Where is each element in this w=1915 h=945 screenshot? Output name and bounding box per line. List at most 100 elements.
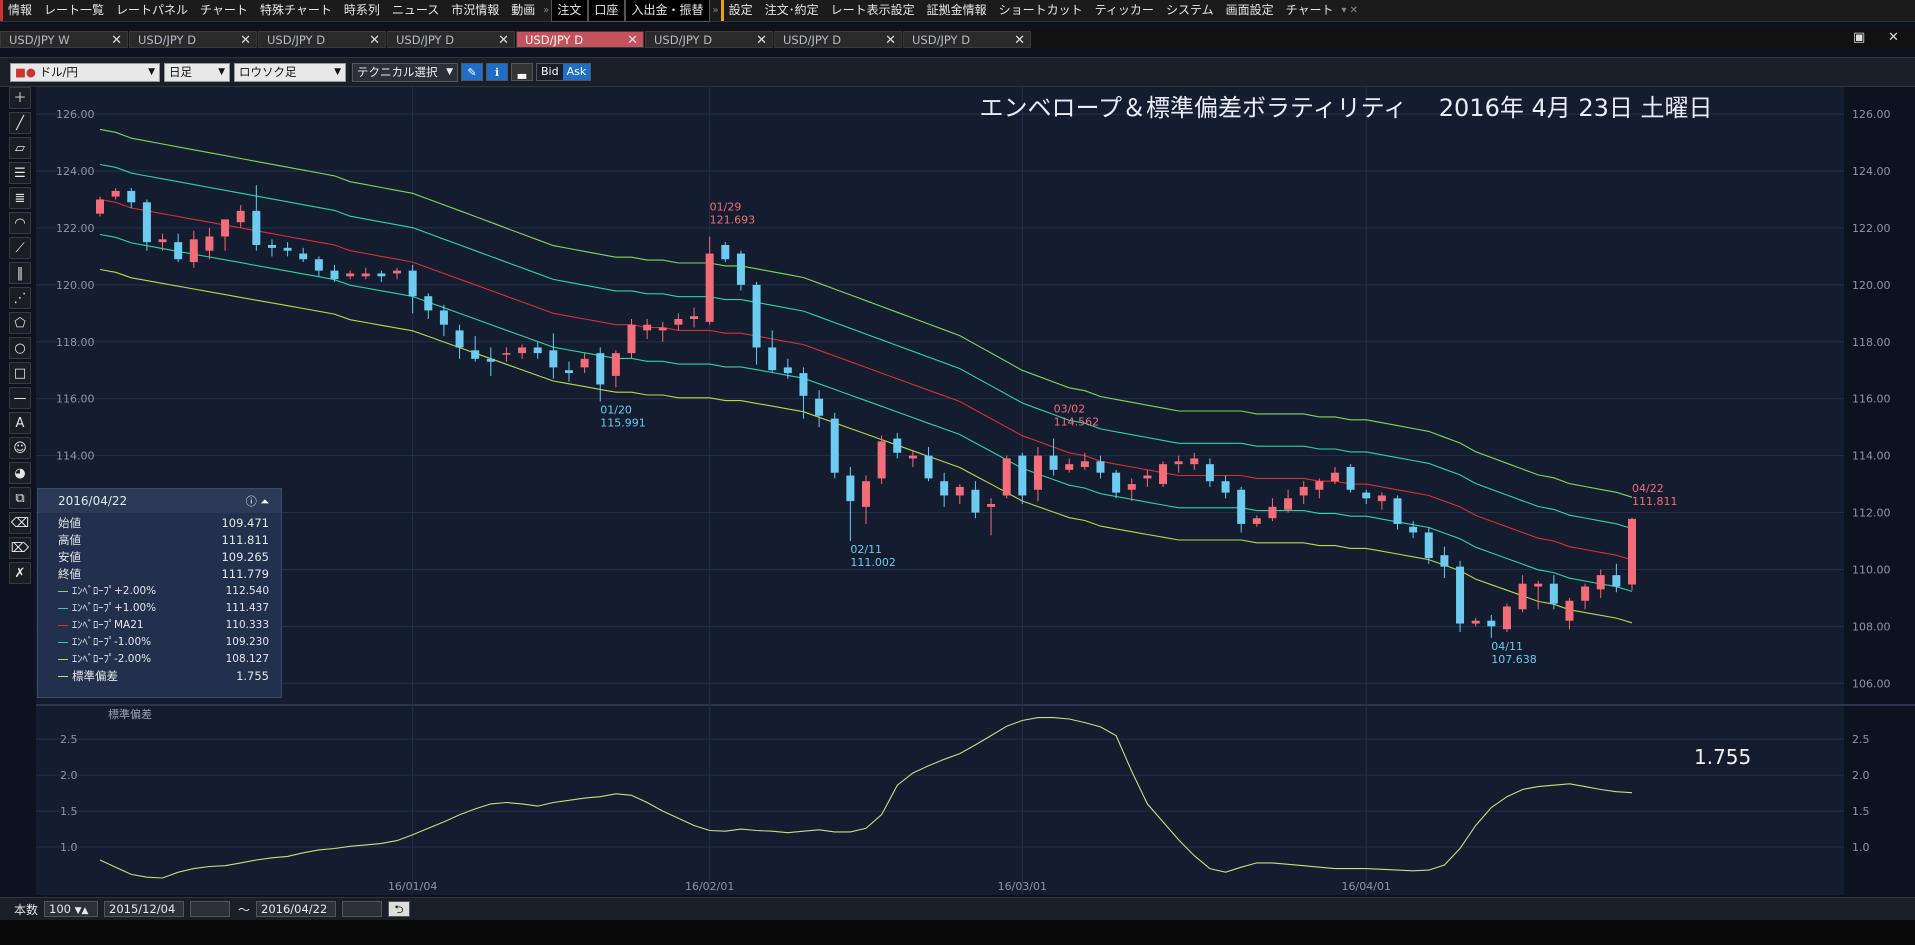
menu-item[interactable]: チャート — [194, 0, 254, 21]
menu-item[interactable]: 証拠金情報 — [921, 0, 993, 21]
data-window-label: ｴﾝﾍﾞﾛｰﾌﾟ+1.00% — [58, 600, 156, 617]
text-icon[interactable]: A — [9, 412, 31, 434]
menu-item[interactable]: 情報 — [0, 0, 38, 21]
horizontal-lines-icon[interactable]: ☰ — [9, 162, 31, 184]
stddev-panel-bg — [36, 706, 1844, 895]
candle-body — [361, 273, 370, 277]
eraser-icon[interactable]: ⌫ — [9, 512, 31, 534]
menu-item[interactable]: 注文 — [551, 0, 589, 22]
menu-item[interactable]: レート一覧 — [38, 0, 110, 21]
vertical-lines-icon[interactable]: ‖ — [9, 262, 31, 284]
delete-all-icon[interactable]: ⌦ — [9, 537, 31, 559]
chart-tab[interactable]: USD/JPY W ✕ — [0, 31, 128, 48]
candle-body — [96, 199, 104, 214]
bid-ask-toggle[interactable]: Bid Ask — [536, 63, 592, 81]
chart-tab[interactable]: USD/JPY D ✕ — [129, 31, 257, 48]
menu-item[interactable]: 注文･約定 — [759, 0, 825, 21]
close-window-icon[interactable]: ✕ — [1888, 30, 1899, 45]
ask-button[interactable]: Ask — [562, 64, 591, 80]
menu-dropdown-icon[interactable]: ▾ ✕ — [1339, 5, 1360, 16]
pentagon-icon[interactable]: ⬠ — [9, 312, 31, 334]
menu-item[interactable]: 画面設定 — [1220, 0, 1280, 21]
menu-item[interactable]: 市況情報 — [445, 0, 505, 21]
currency-pair-select[interactable]: ■● ドル/円 ▼ — [10, 62, 160, 82]
close-tab-icon[interactable]: ✕ — [1014, 32, 1025, 49]
price-chart[interactable]: 106.00106.00108.00108.00110.00110.00112.… — [36, 87, 1915, 895]
technical-select[interactable]: テクニカル選択 ▼ — [352, 62, 458, 82]
crosshair-icon[interactable]: ＋ — [9, 87, 31, 109]
more-menu-icon[interactable]: » — [710, 5, 720, 16]
menu-item[interactable]: ショートカット — [993, 0, 1089, 21]
rectangle-icon[interactable]: □ — [9, 362, 31, 384]
close-tab-icon[interactable]: ✕ — [627, 32, 638, 49]
chart-tab[interactable]: USD/JPY D ✕ — [774, 31, 902, 48]
menu-item[interactable]: チャート — [1280, 0, 1340, 21]
menu-item[interactable]: ニュース — [386, 0, 445, 21]
chart-tab[interactable]: USD/JPY D ✕ — [387, 31, 515, 48]
price-tick-right: 120.00 — [1852, 279, 1891, 292]
candle-body — [1471, 620, 1480, 624]
menu-item[interactable]: 設定 — [720, 0, 759, 21]
hline-icon[interactable]: — — [9, 387, 31, 409]
more-menu-icon[interactable]: » — [541, 5, 551, 16]
close-tab-icon[interactable]: ✕ — [369, 32, 380, 49]
count-input[interactable]: 100 ▼▲ — [44, 901, 99, 917]
chevron-down-icon: ▼▲ — [74, 906, 89, 916]
chart-tab[interactable]: USD/JPY D ✕ — [516, 31, 644, 48]
candle-body — [424, 296, 433, 311]
pencil-icon[interactable]: ✎ — [461, 63, 483, 81]
menu-item[interactable]: システム — [1160, 0, 1220, 21]
chart-area[interactable]: 106.00106.00108.00108.00110.00110.00112.… — [36, 87, 1915, 895]
bid-button[interactable]: Bid — [537, 64, 563, 80]
candle-body — [862, 481, 870, 507]
menu-item[interactable]: 入出金・振替 — [625, 0, 711, 22]
candle-body — [815, 398, 824, 416]
menu-item[interactable]: 時系列 — [338, 0, 386, 21]
chart-tab[interactable]: USD/JPY D ✕ — [645, 31, 773, 48]
pitchfork-icon[interactable]: ⋰ — [9, 287, 31, 309]
restore-window-icon[interactable]: ▣ — [1853, 30, 1865, 45]
chart-tab[interactable]: USD/JPY D ✕ — [258, 31, 386, 48]
fibonacci-icon[interactable]: ≣ — [9, 187, 31, 209]
chart-style-select[interactable]: ロウソク足 ▼ — [234, 62, 346, 82]
chart-tab[interactable]: USD/JPY D ✕ — [903, 31, 1031, 48]
fibonacci-arc-icon[interactable]: ◠ — [9, 212, 31, 234]
menu-item[interactable]: レートパネル — [110, 0, 194, 21]
candle-body — [518, 347, 527, 354]
info-icon[interactable]: ℹ — [486, 63, 508, 81]
gann-fan-icon[interactable]: ⟋ — [9, 237, 31, 259]
volume-icon[interactable]: ▃ — [511, 63, 533, 81]
eraser-all-icon[interactable]: ✗ — [9, 562, 31, 584]
trendline-icon[interactable]: ╱ — [9, 112, 31, 134]
emoji-icon[interactable]: ☺ — [9, 437, 31, 459]
data-window-row: 始値 109.471 — [38, 515, 281, 532]
data-window-row: ｴﾝﾍﾞﾛｰﾌﾟ-2.00% 108.127 — [38, 651, 281, 668]
period-select[interactable]: 日足 ▼ — [164, 62, 230, 82]
menu-item[interactable]: 口座 — [588, 0, 626, 22]
menu-item[interactable]: ティッカー — [1089, 0, 1160, 21]
menu-item[interactable]: レート表示設定 — [825, 0, 921, 21]
price-tick-left: 114.00 — [56, 450, 95, 463]
circle-icon[interactable]: ○ — [9, 337, 31, 359]
candle-body — [1346, 467, 1355, 490]
from-time-input[interactable] — [190, 901, 231, 917]
close-tab-icon[interactable]: ✕ — [498, 32, 509, 49]
legend-swatch — [58, 625, 68, 626]
data-window-label-text: 始値 — [58, 516, 81, 530]
price-tick-right: 124.00 — [1852, 165, 1891, 178]
menu-item[interactable]: 動画 — [505, 0, 541, 21]
close-tab-icon[interactable]: ✕ — [111, 32, 122, 49]
close-tab-icon[interactable]: ✕ — [756, 32, 767, 49]
copy-icon[interactable]: ⧉ — [9, 487, 31, 509]
info-collapse-icon[interactable]: ⓘ ⏶ — [246, 493, 269, 509]
from-date-input[interactable]: 2015/12/04 — [104, 901, 185, 917]
reload-icon[interactable]: ⮌ — [388, 901, 411, 917]
ruler-icon[interactable]: ▱ — [9, 137, 31, 159]
menu-item[interactable]: 特殊チャート — [254, 0, 338, 21]
to-time-input[interactable] — [342, 901, 383, 917]
to-date-input[interactable]: 2016/04/22 — [256, 901, 337, 917]
close-tab-icon[interactable]: ✕ — [885, 32, 896, 49]
annotation-date: 04/11 — [1491, 640, 1523, 653]
close-tab-icon[interactable]: ✕ — [240, 32, 251, 49]
color-icon[interactable]: ◕ — [9, 462, 31, 484]
